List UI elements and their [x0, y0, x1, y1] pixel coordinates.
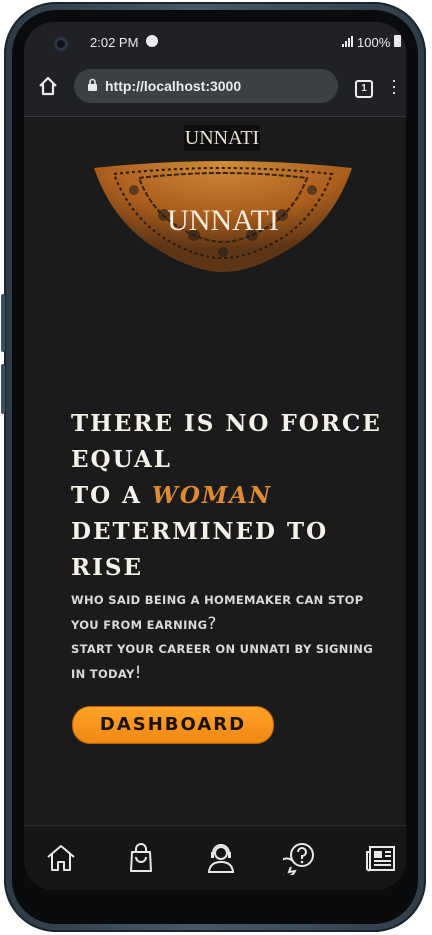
power-button: [1, 364, 5, 414]
home-icon[interactable]: [38, 76, 58, 96]
signal-icon: [342, 36, 353, 47]
status-time: 2:02 PM: [90, 35, 139, 50]
help-chat-icon[interactable]: [283, 841, 317, 875]
overflow-menu-icon[interactable]: · · ·: [389, 71, 399, 101]
logo-large: UNNATI: [167, 204, 279, 237]
subtext-line: WHO SAID BEING A HOMEMAKER CAN STOP: [71, 593, 364, 607]
subtext-text: IN TODAY: [71, 667, 135, 681]
dashboard-button[interactable]: DASHBOARD: [72, 706, 274, 744]
hero-subtext: WHO SAID BEING A HOMEMAKER CAN STOP YOU …: [71, 588, 401, 686]
headline-prefix: TO A: [71, 482, 153, 509]
subtext-line: IN TODAY!: [71, 661, 401, 686]
status-bar: 2:02 PM 100%: [24, 22, 406, 60]
spotify-icon: [146, 35, 158, 47]
news-icon[interactable]: [364, 841, 398, 875]
subtext-line: YOU FROM EARNING?: [71, 612, 401, 637]
battery-icon: [394, 35, 401, 47]
headline-line: TO A WOMAN: [71, 478, 391, 514]
hero-headline: THERE IS NO FORCE EQUAL TO A WOMAN DETER…: [71, 406, 391, 586]
phone-frame: 2:02 PM 100% http://localhost:3000 1 · ·…: [1, 2, 426, 932]
headline-line: EQUAL: [71, 446, 172, 473]
tab-switcher-button[interactable]: 1: [355, 80, 373, 98]
bottom-nav: [24, 825, 406, 890]
url-text: http://localhost:3000: [105, 78, 242, 94]
shopping-bag-icon[interactable]: [124, 841, 158, 875]
screen: 2:02 PM 100% http://localhost:3000 1 · ·…: [24, 22, 406, 890]
subtext-punct: ?: [207, 614, 217, 634]
headline-highlight: WOMAN: [152, 482, 273, 509]
front-camera: [54, 37, 68, 51]
subtext-punct: !: [134, 663, 142, 683]
logo-small: UNNATI: [184, 125, 260, 151]
headline-line: RISE: [71, 554, 144, 581]
battery-percentage: 100%: [357, 35, 391, 50]
mandala-logo: UNNATI: [94, 161, 352, 272]
address-bar[interactable]: http://localhost:3000: [74, 69, 338, 103]
headline-line: DETERMINED TO: [71, 518, 329, 545]
support-agent-icon[interactable]: [204, 841, 238, 875]
volume-button: [1, 294, 5, 352]
subtext-line: START YOUR CAREER ON UNNATI BY SIGNING: [71, 642, 373, 656]
lock-icon: [88, 78, 97, 91]
subtext-text: YOU FROM EARNING: [71, 618, 208, 632]
bezel: 2:02 PM 100% http://localhost:3000 1 · ·…: [12, 10, 418, 924]
headline-line: THERE IS NO FORCE: [71, 410, 382, 437]
home-icon[interactable]: [44, 841, 78, 875]
browser-toolbar: http://localhost:3000 1 · · ·: [24, 60, 406, 117]
